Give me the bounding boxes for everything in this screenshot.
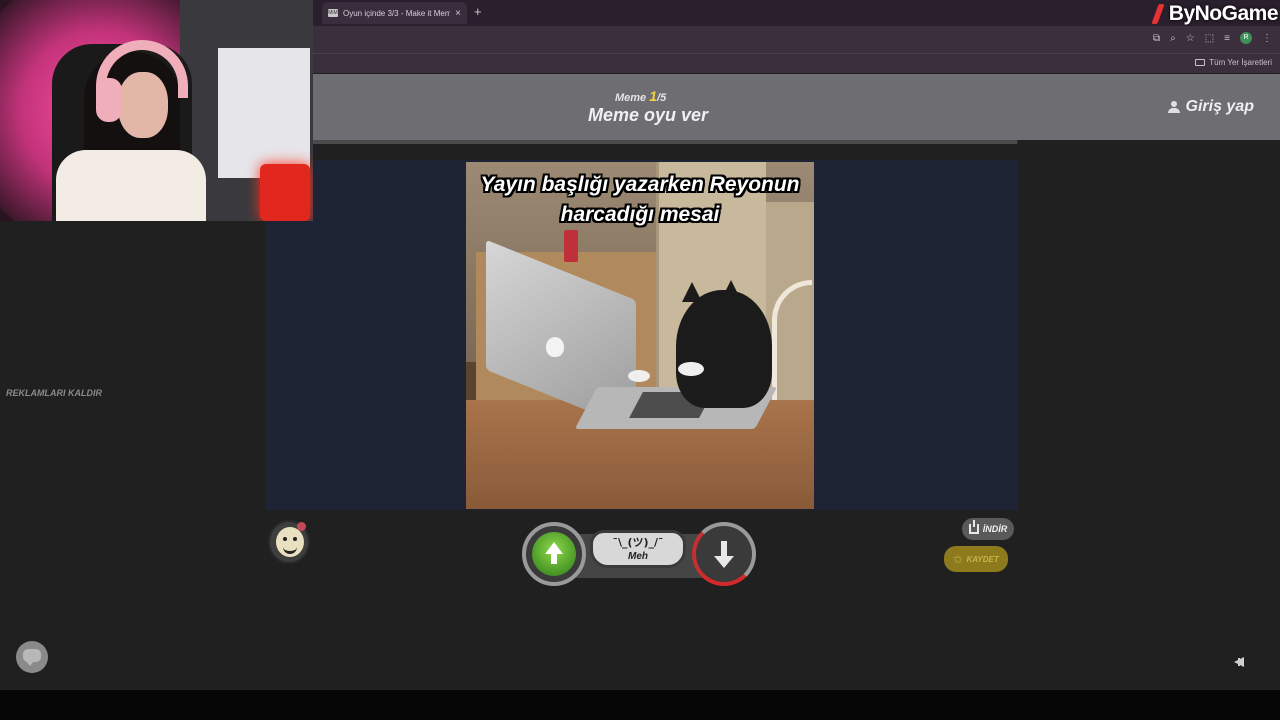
webcam-overlay (0, 0, 313, 221)
brand-name: ByNoGame (1168, 2, 1279, 25)
meme-counter-total: /5 (657, 92, 667, 104)
all-bookmarks-label: Tüm Yer İşaretleri (1209, 58, 1272, 67)
meh-button[interactable]: ¯\_(ツ)_/¯ Meh (590, 530, 686, 568)
bookmark-star-icon[interactable]: ☆ (1186, 33, 1195, 44)
media-controls-icon[interactable]: ≡ (1224, 33, 1230, 44)
profile-avatar[interactable]: R (1240, 32, 1252, 44)
browser-tab[interactable]: MiM Oyun içinde 3/3 - Make it Meme × (322, 2, 467, 24)
save-label: KAYDET (966, 554, 999, 564)
extensions-icon[interactable]: ⬚ (1205, 33, 1214, 44)
tab-favicon-icon: MiM (328, 9, 338, 17)
meme-caption: Yayın başlığı yazarken Reyonun harcadığı… (466, 170, 814, 230)
download-button[interactable]: İNDİR (962, 518, 1014, 540)
save-button[interactable]: ✩ KAYDET (944, 546, 1008, 572)
chat-button[interactable] (16, 641, 48, 673)
download-icon (968, 520, 979, 534)
scene-jar (564, 230, 578, 262)
smiley-icon (276, 527, 304, 557)
round-progress-bar (313, 140, 1018, 144)
folder-icon (1195, 59, 1206, 66)
upvote-button[interactable] (522, 522, 586, 586)
vote-controls: ¯\_(ツ)_/¯ Meh (522, 522, 756, 590)
user-icon (1167, 101, 1180, 113)
heart-icon (297, 522, 306, 531)
login-label: Giriş yap (1185, 98, 1254, 115)
meh-label: Meh (628, 551, 648, 562)
remove-ads-link[interactable]: REKLAMLARI KALDIR (6, 388, 102, 398)
upvote-inner (532, 532, 576, 576)
scene-cat-paw-right (678, 362, 704, 376)
mute-button[interactable] (1234, 654, 1250, 670)
reaction-emoji-button[interactable] (268, 520, 310, 564)
star-icon: ✩ (953, 553, 963, 566)
toolbar-icons: ⧉ ⌕ ☆ ⬚ ≡ R ⋮ (1153, 32, 1272, 44)
tab-title: Oyun içinde 3/3 - Make it Meme (343, 8, 451, 18)
downvote-button[interactable] (692, 522, 756, 586)
brand-watermark: ByNoGame (1149, 0, 1280, 28)
new-tab-button[interactable]: + (474, 4, 482, 19)
webcam-red-lamp (260, 164, 310, 221)
webcam-fridge (218, 48, 310, 178)
tab-close-icon[interactable]: × (455, 8, 461, 19)
meme-caption-line1: Yayın başlığı yazarken Reyonun (480, 173, 800, 196)
bookmark-bar: Tüm Yer İşaretleri (313, 53, 1280, 73)
webcam-headphone-cup (96, 78, 122, 122)
zoom-icon[interactable]: ⌕ (1170, 33, 1176, 44)
arrow-down-stem (721, 541, 727, 557)
page-title: Meme oyu ver (588, 105, 709, 125)
screen: MiM Oyun içinde 3/3 - Make it Meme × + B… (0, 0, 1280, 720)
scene-chair (772, 280, 812, 420)
speaker-mute-icon (1234, 657, 1244, 667)
scene-cat (676, 290, 772, 408)
install-app-icon[interactable]: ⧉ (1153, 33, 1160, 44)
meme-image: Yayın başlığı yazarken Reyonun harcadığı… (466, 162, 814, 509)
login-button[interactable]: Giriş yap (1167, 98, 1254, 116)
game-header: Meme 1/5 Meme oyu ver Giriş yap (313, 74, 1280, 140)
arrow-up-stem (551, 553, 557, 564)
meme-counter: Meme 1/5 (615, 88, 666, 104)
all-bookmarks-button[interactable]: Tüm Yer İşaretleri (1195, 58, 1272, 67)
browser-toolbar: ⧉ ⌕ ☆ ⬚ ≡ R ⋮ (313, 26, 1280, 53)
apple-logo-icon (546, 337, 564, 357)
chat-icon (23, 649, 41, 666)
round-progress-fill (313, 140, 1018, 144)
arrow-down-icon (714, 556, 734, 568)
meme-counter-prefix: Meme (615, 92, 650, 104)
brand-logo-icon (1149, 4, 1167, 24)
scene-cat-paw-left (628, 370, 650, 382)
webcam-streamer-body (56, 150, 206, 221)
meme-counter-current: 1 (649, 88, 658, 104)
menu-kebab-icon[interactable]: ⋮ (1262, 33, 1272, 44)
download-label: İNDİR (982, 524, 1008, 534)
meh-face: ¯\_(ツ)_/¯ (612, 536, 664, 549)
bottom-bar (0, 690, 1280, 720)
meme-caption-line2: harcadığı mesai (560, 203, 720, 226)
